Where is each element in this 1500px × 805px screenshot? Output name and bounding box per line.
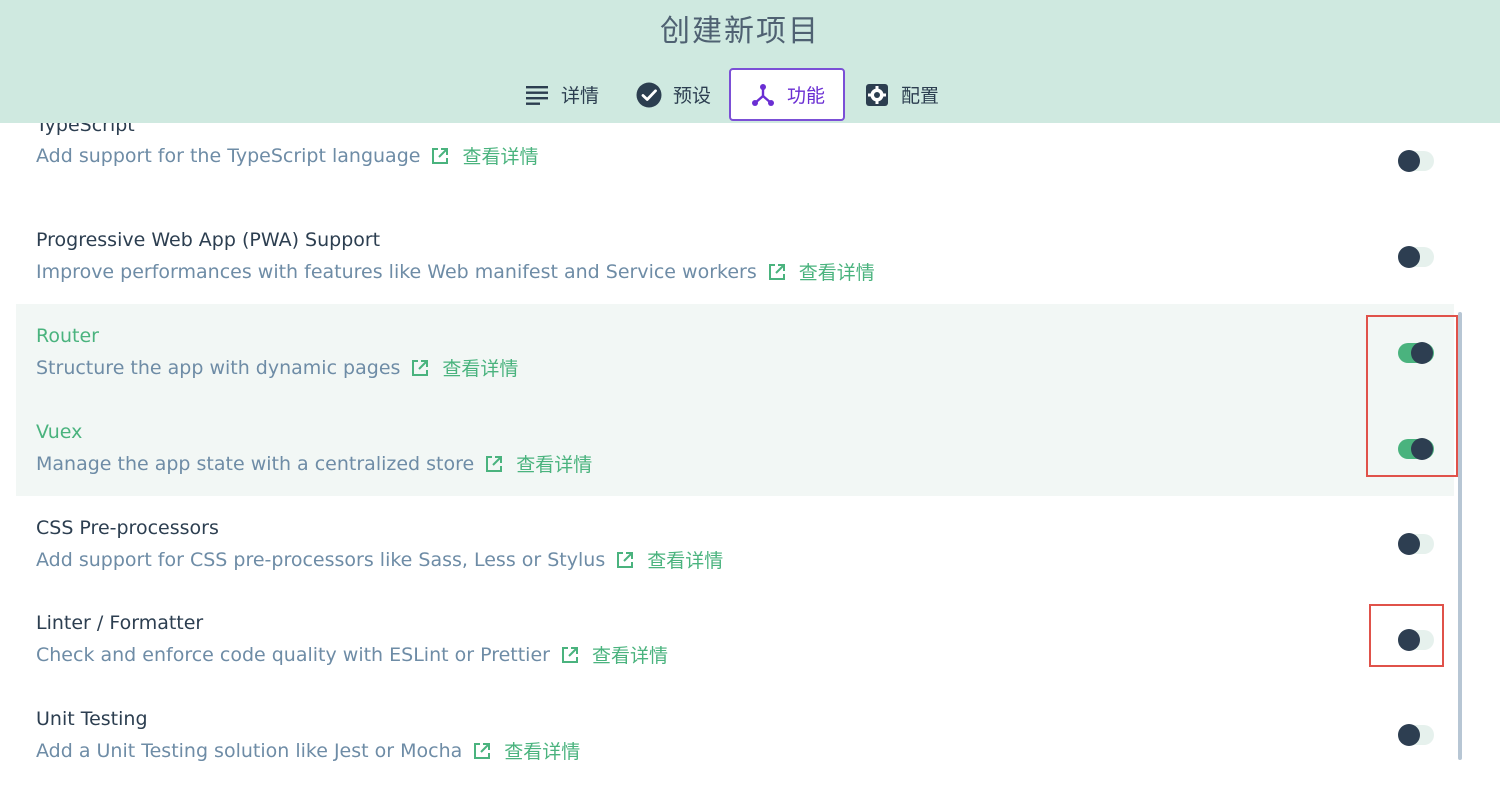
external-link-icon[interactable] xyxy=(615,550,635,570)
feature-description: Improve performances with features like … xyxy=(36,258,875,285)
feature-name: Linter / Formatter xyxy=(36,612,204,634)
more-info-link[interactable]: 查看详情 xyxy=(462,142,538,169)
external-link-icon[interactable] xyxy=(767,262,787,282)
feature-toggle[interactable] xyxy=(1398,724,1434,746)
toggle-knob xyxy=(1398,533,1420,555)
more-info-link[interactable]: 查看详情 xyxy=(592,641,668,668)
external-link-icon[interactable] xyxy=(410,358,430,378)
external-link-icon[interactable] xyxy=(472,741,492,761)
external-link-icon[interactable] xyxy=(430,146,450,166)
feature-item-typescript[interactable]: TypeScript Add support for the TypeScrip… xyxy=(16,123,1454,200)
highlight-box xyxy=(1366,315,1458,477)
feature-description-text: Add a Unit Testing solution like Jest or… xyxy=(36,739,463,762)
feature-toggle[interactable] xyxy=(1398,246,1434,268)
check-circle-icon xyxy=(635,81,663,109)
feature-description: Add a Unit Testing solution like Jest or… xyxy=(36,737,580,764)
gear-icon xyxy=(863,81,891,109)
page-title: 创建新项目 xyxy=(660,14,820,49)
more-info-link[interactable]: 查看详情 xyxy=(442,354,518,381)
feature-description: Manage the app state with a centralized … xyxy=(36,450,592,477)
feature-toggle[interactable] xyxy=(1398,533,1434,555)
highlight-box xyxy=(1369,604,1444,667)
feature-item-linter[interactable]: Linter / Formatter Check and enforce cod… xyxy=(16,591,1454,687)
feature-name: Progressive Web App (PWA) Support xyxy=(36,229,381,251)
more-info-link[interactable]: 查看详情 xyxy=(799,258,875,285)
feature-item-css-preprocessors[interactable]: CSS Pre-processors Add support for CSS p… xyxy=(16,496,1454,592)
more-info-link[interactable]: 查看详情 xyxy=(516,450,592,477)
feature-name: TypeScript xyxy=(36,123,135,136)
tab-config[interactable]: 配置 xyxy=(845,68,957,121)
tab-features[interactable]: 功能 xyxy=(729,68,846,121)
feature-description-text: Add support for CSS pre-processors like … xyxy=(36,548,606,571)
more-info-link[interactable]: 查看详情 xyxy=(504,737,580,764)
list-icon xyxy=(523,81,551,109)
tab-label: 详情 xyxy=(561,85,600,107)
toggle-knob xyxy=(1398,724,1420,746)
feature-toggle[interactable] xyxy=(1398,150,1434,172)
tab-presets[interactable]: 预设 xyxy=(617,68,729,121)
feature-item-pwa[interactable]: Progressive Web App (PWA) Support Improv… xyxy=(16,209,1454,305)
feature-name: Unit Testing xyxy=(36,708,148,730)
external-link-icon[interactable] xyxy=(560,645,580,665)
feature-description: Add support for CSS pre-processors like … xyxy=(36,546,723,573)
toggle-knob xyxy=(1398,150,1420,172)
toggle-knob xyxy=(1398,246,1420,268)
feature-item-router[interactable]: Router Structure the app with dynamic pa… xyxy=(16,304,1454,400)
feature-item-unit-testing[interactable]: Unit Testing Add a Unit Testing solution… xyxy=(16,687,1454,783)
header: 创建新项目 详情 预设 功能 配置 xyxy=(0,0,1500,123)
scrollbar[interactable] xyxy=(1458,312,1462,760)
feature-description: Structure the app with dynamic pages 查看详… xyxy=(36,354,518,381)
tab-label: 预设 xyxy=(673,85,712,107)
external-link-icon[interactable] xyxy=(484,454,504,474)
tab-label: 功能 xyxy=(787,85,826,107)
feature-description-text: Manage the app state with a centralized … xyxy=(36,452,475,475)
fork-icon xyxy=(749,81,777,109)
feature-description-text: Check and enforce code quality with ESLi… xyxy=(36,643,550,666)
tab-label: 配置 xyxy=(901,85,940,107)
more-info-link[interactable]: 查看详情 xyxy=(647,546,723,573)
tab-details[interactable]: 详情 xyxy=(505,68,617,121)
feature-description-text: Add support for the TypeScript language xyxy=(36,144,421,167)
feature-item-vuex[interactable]: Vuex Manage the app state with a central… xyxy=(16,400,1454,496)
feature-name: CSS Pre-processors xyxy=(36,517,219,539)
feature-description: Check and enforce code quality with ESLi… xyxy=(36,641,668,668)
feature-description-text: Structure the app with dynamic pages xyxy=(36,356,401,379)
feature-description-text: Improve performances with features like … xyxy=(36,260,757,283)
feature-list: TypeScript Add support for the TypeScrip… xyxy=(0,123,1500,805)
feature-name: Vuex xyxy=(36,421,83,443)
tab-bar: 详情 预设 功能 配置 xyxy=(505,68,957,123)
feature-name: Router xyxy=(36,325,99,347)
feature-description: Add support for the TypeScript language … xyxy=(36,142,538,169)
